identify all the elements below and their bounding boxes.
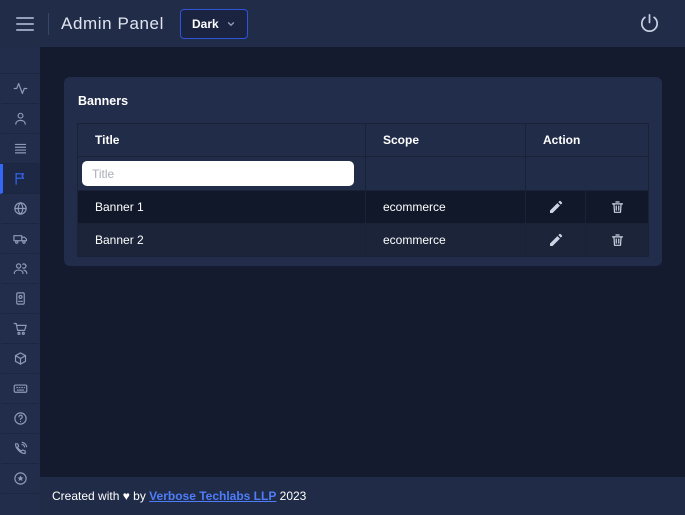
delete-button[interactable] bbox=[608, 197, 627, 217]
banners-table: Title Scope Action Banner 1ecommerceBann… bbox=[77, 123, 649, 257]
globe-icon bbox=[13, 201, 28, 216]
scope-filter-cell bbox=[365, 156, 526, 191]
table-filter-row bbox=[77, 156, 649, 191]
chevron-down-icon bbox=[227, 21, 234, 26]
users-icon bbox=[13, 261, 28, 276]
sidebar-item-globe[interactable] bbox=[0, 194, 40, 224]
title-filter-input[interactable] bbox=[82, 161, 354, 186]
sidebar-item-truck[interactable] bbox=[0, 224, 40, 254]
help-icon bbox=[13, 411, 28, 426]
sidebar-item-users[interactable] bbox=[0, 254, 40, 284]
trash-icon bbox=[610, 199, 625, 215]
power-icon[interactable] bbox=[634, 8, 665, 39]
heart-icon: ♥ bbox=[122, 489, 130, 503]
table-row: Banner 1 ecommerce bbox=[77, 190, 649, 224]
footer: Created with ♥ by Verbose Techlabs LLP 2… bbox=[40, 477, 685, 515]
package-icon bbox=[13, 351, 28, 366]
menu-icon[interactable] bbox=[10, 11, 40, 37]
sidebar-item-keyboard[interactable] bbox=[0, 374, 40, 404]
keyboard-icon bbox=[13, 381, 28, 396]
id-badge-icon bbox=[13, 291, 28, 306]
sidebar-item-list[interactable] bbox=[0, 134, 40, 164]
column-header-title: Title bbox=[77, 123, 366, 157]
sidebar-item-cart[interactable] bbox=[0, 314, 40, 344]
sidebar-item-id-badge[interactable] bbox=[0, 284, 40, 314]
footer-company-link[interactable]: Verbose Techlabs LLP bbox=[149, 489, 276, 503]
header-divider bbox=[48, 12, 49, 35]
cell-title: Banner 1 bbox=[77, 190, 366, 224]
card-title: Banners bbox=[78, 94, 129, 108]
cell-title: Banner 2 bbox=[77, 223, 366, 257]
page-title: Admin Panel bbox=[61, 13, 164, 33]
main-content: Banners Title Scope Action Title Banner … bbox=[40, 47, 685, 477]
pencil-icon bbox=[548, 232, 564, 248]
user-icon bbox=[13, 111, 28, 126]
list-icon bbox=[13, 141, 28, 156]
sidebar bbox=[0, 47, 40, 515]
cart-icon bbox=[13, 321, 28, 336]
delete-button[interactable] bbox=[608, 230, 627, 250]
trash-icon bbox=[610, 232, 625, 248]
table-row: Banner 2 ecommerce bbox=[77, 223, 649, 257]
sidebar-item-phone[interactable] bbox=[0, 434, 40, 464]
footer-text-by: by bbox=[129, 489, 150, 503]
column-header-scope: Scope bbox=[365, 123, 526, 157]
phone-icon bbox=[13, 441, 28, 456]
sidebar-item-activity[interactable] bbox=[0, 74, 40, 104]
cell-scope: ecommerce bbox=[365, 223, 526, 257]
pencil-icon bbox=[548, 199, 564, 215]
truck-icon bbox=[12, 231, 28, 246]
footer-text-prefix: Created with bbox=[52, 489, 123, 503]
sidebar-item-package[interactable] bbox=[0, 344, 40, 374]
footer-year: 2023 bbox=[276, 489, 307, 503]
banners-card: Banners Title Scope Action Title Banner … bbox=[64, 77, 662, 266]
flag-icon bbox=[13, 171, 28, 186]
column-header-action: Action bbox=[525, 123, 649, 157]
theme-dropdown-value: Dark bbox=[192, 16, 219, 31]
sidebar-item-flag[interactable] bbox=[0, 164, 40, 194]
sidebar-item-user[interactable] bbox=[0, 104, 40, 134]
edit-button[interactable] bbox=[546, 230, 566, 250]
sidebar-item-star-badge[interactable] bbox=[0, 464, 40, 494]
action-filter-cell bbox=[525, 156, 649, 191]
cell-scope: ecommerce bbox=[365, 190, 526, 224]
table-header-row: Title Scope Action bbox=[77, 123, 649, 157]
sidebar-item-help[interactable] bbox=[0, 404, 40, 434]
star-badge-icon bbox=[13, 471, 28, 486]
theme-dropdown[interactable]: Dark bbox=[180, 8, 248, 39]
edit-button[interactable] bbox=[546, 197, 566, 217]
activity-icon bbox=[13, 81, 28, 96]
top-header: Admin Panel Dark bbox=[0, 0, 685, 47]
